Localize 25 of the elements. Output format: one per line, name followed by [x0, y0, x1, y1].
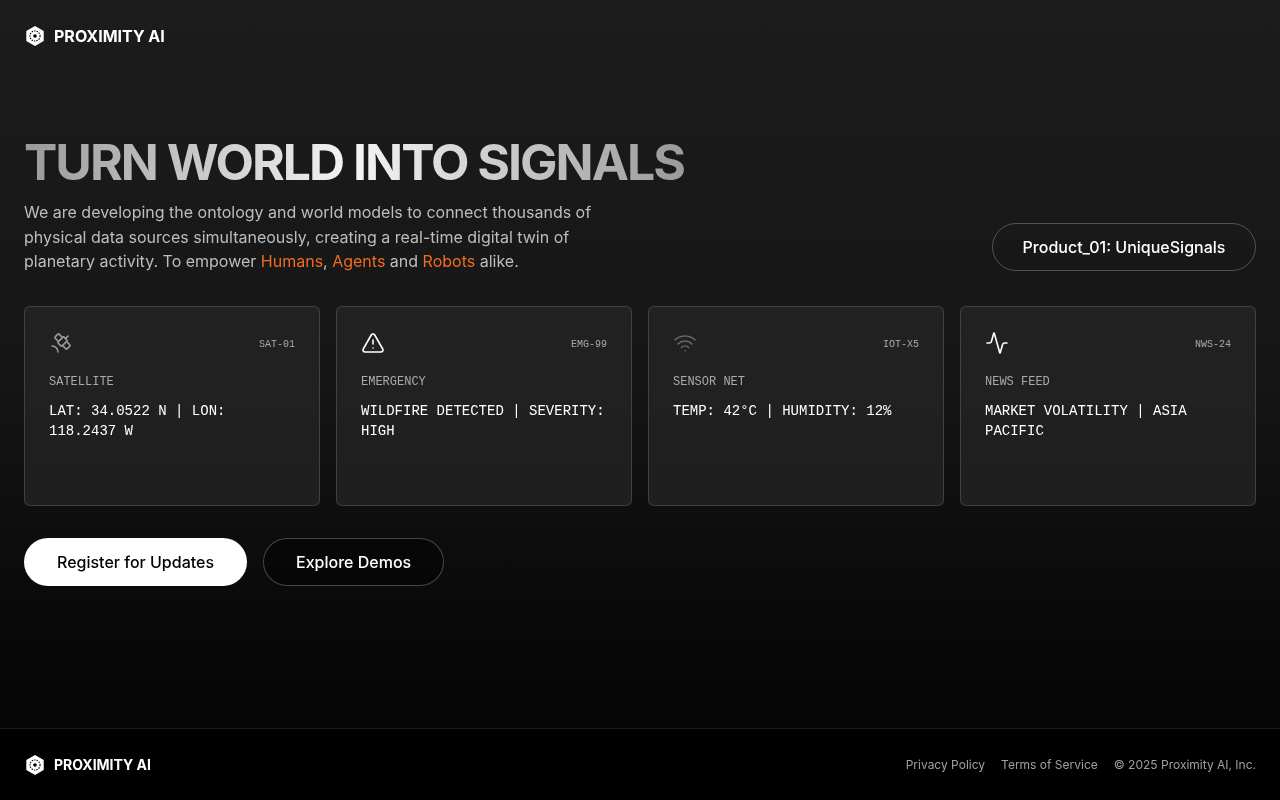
explore-button[interactable]: Explore Demos: [263, 537, 445, 586]
brand-name: PROXIMITY AI: [54, 25, 165, 48]
footer-brand-name: PROXIMITY AI: [54, 755, 151, 775]
pulse-line-icon: [985, 330, 1009, 355]
satellite-icon: [49, 330, 73, 355]
card-code: IOT-X5: [883, 337, 919, 352]
logo-icon: [24, 753, 46, 776]
card-label: SENSOR NET: [673, 373, 746, 391]
footer-link[interactable]: Terms of Service: [1001, 755, 1098, 774]
card-code: EMG-99: [571, 337, 607, 352]
copyright-text: © 2025 Proximity AI, Inc.: [1113, 755, 1256, 774]
card-label: SATELLITE: [49, 373, 115, 391]
card-code: NWS-24: [1195, 337, 1231, 352]
footer-link[interactable]: Privacy Policy: [905, 755, 986, 774]
card-label: EMERGENCY: [361, 373, 427, 391]
card-value: MARKET VOLATILITY | ASIA PACIFIC: [985, 401, 1188, 441]
register-button[interactable]: Register for Updates: [24, 537, 248, 586]
card-value: TEMP: 42°C | HUMIDITY: 12%: [673, 401, 893, 421]
hero-description: We are developing the ontology and world models to connect thousands of physical data sources simultaneously, creating a real-time digital twin of planetary activity. To empower Humans, Agents and Robots alike.: [24, 201, 593, 273]
card-value: WILDFIRE DETECTED | SEVERITY: HIGH: [361, 401, 606, 441]
card-value: LAT: 34.0522 N | LON: 118.2437 W: [49, 401, 227, 441]
logo-icon: [24, 25, 46, 47]
card-label: NEWS FEED: [985, 373, 1051, 391]
card-code: SAT-01: [259, 337, 295, 352]
warning-triangle-icon: [361, 330, 385, 355]
